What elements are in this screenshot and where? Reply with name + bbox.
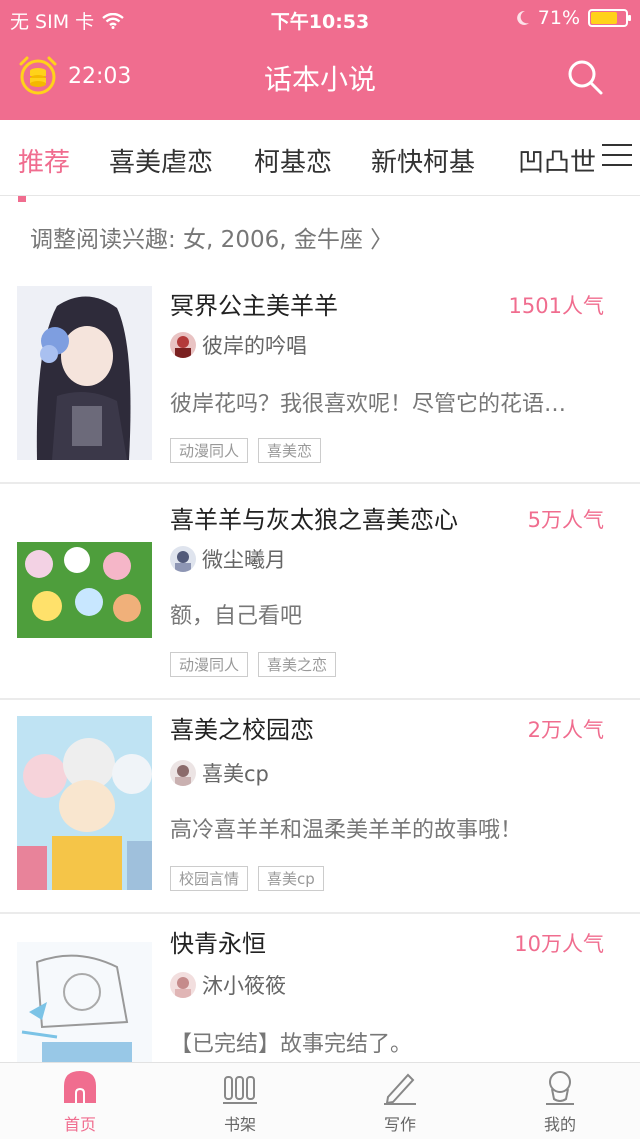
title-bar: 22:03 话本小说 — [0, 40, 640, 116]
book-description: 高冷喜羊羊和温柔美羊羊的故事哦！ — [170, 818, 523, 843]
author[interactable]: 喜美cp — [170, 758, 269, 788]
author-name: 喜美cp — [202, 762, 269, 786]
battery-fill — [591, 12, 617, 24]
book-cover-image — [17, 542, 152, 638]
author-name: 沐小筱筱 — [202, 974, 286, 998]
tabs-menu-icon[interactable] — [602, 144, 632, 172]
book-card[interactable]: 快青永恒 10万人气 沐小筱筱 【已完结】故事完结了。 — [0, 914, 640, 1062]
nav-label: 我的 — [543, 1115, 576, 1134]
author[interactable]: 彼岸的吟唱 — [170, 330, 307, 360]
bookshelf-icon — [223, 1076, 257, 1104]
tab-aotu-shi[interactable]: 凹凸世 — [518, 142, 596, 179]
tag[interactable]: 校园言情 — [170, 866, 249, 891]
profile-icon — [546, 1071, 574, 1105]
tab-recommend[interactable]: 推荐 — [18, 142, 70, 179]
book-description: 额，自己看吧 — [170, 604, 303, 629]
book-title[interactable]: 喜美之校园恋 — [170, 710, 314, 745]
tag[interactable]: 动漫同人 — [170, 652, 249, 677]
status-bar: 无 SIM 卡 下午10:53 71% — [0, 0, 640, 36]
author-name: 微尘曦月 — [202, 548, 286, 572]
nav-label: 首页 — [63, 1115, 96, 1134]
book-card[interactable]: 喜美之校园恋 2万人气 喜美cp 高冷喜羊羊和温柔美羊羊的故事哦！ 校园言情 喜… — [0, 700, 640, 912]
nav-label: 写作 — [383, 1115, 416, 1134]
book-cover-image — [17, 942, 152, 1062]
nav-bookshelf[interactable]: 书架 — [200, 1069, 280, 1135]
book-card[interactable]: 喜羊羊与灰太狼之喜美恋心 5万人气 微尘曦月 额，自己看吧 动漫同人 喜美之恋 — [0, 484, 640, 698]
author-avatar — [170, 546, 196, 572]
book-title[interactable]: 快青永恒 — [170, 924, 266, 959]
book-title[interactable]: 喜羊羊与灰太狼之喜美恋心 — [170, 500, 458, 535]
pen-icon — [384, 1073, 416, 1105]
popularity-count: 2万人气 — [527, 718, 604, 742]
author-name: 彼岸的吟唱 — [202, 334, 307, 358]
tab-ximei-nuelian[interactable]: 喜美虐恋 — [109, 142, 213, 179]
book-list[interactable]: 调整阅读兴趣: 女, 2006, 金牛座 〉 冥界公主美羊羊 1501人气 彼岸… — [0, 196, 640, 1062]
book-title[interactable]: 冥界公主美羊羊 — [170, 286, 338, 321]
nav-profile[interactable]: 我的 — [520, 1069, 600, 1135]
tag[interactable]: 喜美恋 — [258, 438, 322, 463]
book-card[interactable]: 冥界公主美羊羊 1501人气 彼岸的吟唱 彼岸花吗？我很喜欢呢！尽管它的花语… … — [0, 266, 640, 482]
category-tabs: 推荐 喜美虐恋 柯基恋 新快柯基 凹凸世 — [0, 120, 640, 196]
tag[interactable]: 喜美之恋 — [258, 652, 337, 677]
header: 无 SIM 卡 下午10:53 71% 22:03 话本小说 — [0, 0, 640, 120]
popularity-count: 10万人气 — [514, 932, 604, 956]
bottom-nav: 首页 书架 写作 我的 — [0, 1062, 640, 1139]
author[interactable]: 微尘曦月 — [170, 544, 286, 574]
section-title-cut — [18, 196, 158, 204]
nav-label: 书架 — [223, 1115, 256, 1134]
tag-list: 动漫同人 喜美恋 — [170, 438, 322, 463]
status-right: 71% — [516, 7, 631, 29]
tag-list: 校园言情 喜美cp — [170, 866, 324, 891]
popularity-count: 1501人气 — [508, 294, 604, 318]
battery-text: 71% — [537, 7, 580, 29]
nav-home[interactable]: 首页 — [40, 1069, 120, 1135]
tag-list: 动漫同人 喜美之恋 — [170, 652, 337, 677]
book-cover-image — [17, 716, 152, 890]
book-description: 【已完结】故事完结了。 — [170, 1032, 413, 1057]
author-avatar — [170, 332, 196, 358]
tab-xin-kuai-keji[interactable]: 新快柯基 — [371, 142, 475, 179]
home-icon — [64, 1071, 96, 1103]
author-avatar — [170, 972, 196, 998]
search-icon[interactable] — [566, 58, 604, 96]
nav-write[interactable]: 写作 — [360, 1069, 440, 1135]
moon-icon — [516, 10, 529, 25]
popularity-count: 5万人气 — [527, 508, 604, 532]
book-cover-image — [17, 286, 152, 460]
tag[interactable]: 动漫同人 — [170, 438, 249, 463]
reading-interest-link[interactable]: 调整阅读兴趣: 女, 2006, 金牛座 〉 — [30, 220, 393, 254]
battery-icon — [588, 9, 631, 27]
tab-keji-lian[interactable]: 柯基恋 — [254, 142, 332, 179]
app-title: 话本小说 — [263, 63, 376, 96]
author[interactable]: 沐小筱筱 — [170, 970, 286, 1000]
book-description: 彼岸花吗？我很喜欢呢！尽管它的花语… — [170, 392, 567, 417]
tag[interactable]: 喜美cp — [258, 866, 324, 891]
author-avatar — [170, 760, 196, 786]
